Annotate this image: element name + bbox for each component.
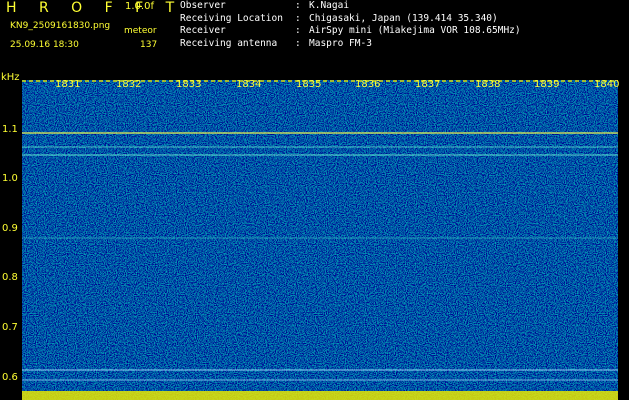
y-tick-label: 0.6 [2, 372, 18, 383]
spectrogram [22, 80, 618, 400]
info-row-antenna: Receiving antenna: Maspro FM-3 [180, 38, 521, 51]
info-row-observer: Observer: K.Nagai [180, 0, 521, 13]
info-key: Receiving Location [180, 12, 283, 24]
header-panel: H R O F F T 1.0.0f KN9_2509161830.png me… [0, 0, 629, 74]
info-key: Receiving antenna [180, 37, 278, 49]
app-title: H R O F F T [6, 0, 184, 16]
image-filename: KN9_2509161830.png [10, 21, 111, 31]
info-row-location: Receiving Location: Chigasaki, Japan (139… [180, 13, 521, 26]
observation-datetime: 25.09.16 18:30 [10, 40, 79, 50]
time-tick-label: 1835 [296, 79, 322, 90]
info-row-receiver: Receiver: AirSpy mini (Miakejima VOR 108.… [180, 25, 521, 38]
info-value: Maspro FM-3 [309, 37, 372, 49]
y-tick-label: 0.9 [2, 223, 18, 234]
info-sep: : [295, 25, 301, 36]
y-tick-label: 1.1 [2, 124, 18, 135]
time-tick-label: 1838 [475, 79, 501, 90]
y-tick-label: 1.0 [2, 173, 18, 184]
frequency-unit-label: kHz [1, 72, 20, 83]
app-version: 1.0.0f [125, 1, 154, 12]
time-tick-label: 1832 [116, 79, 142, 90]
info-value: K.Nagai [309, 0, 350, 11]
info-sep: : [295, 0, 301, 11]
time-tick-label: 1840 [594, 79, 620, 90]
spectrogram-canvas [22, 80, 618, 400]
spectrogram-noise [22, 80, 618, 400]
time-tick-label: 1834 [236, 79, 262, 90]
y-tick-label: 0.7 [2, 322, 18, 333]
y-tick-label: 0.8 [2, 272, 18, 283]
time-tick-label: 1836 [355, 79, 381, 90]
time-tick-label: 1833 [176, 79, 202, 90]
info-value: Chigasaki, Japan (139.414 35.340) [309, 12, 498, 24]
time-tick-label: 1839 [534, 79, 560, 90]
bottom-band [22, 391, 618, 400]
info-key: Receiver [180, 25, 226, 36]
info-sep: : [295, 12, 301, 24]
info-key: Observer [180, 0, 226, 11]
observation-info: Observer: K.Nagai Receiving Location: Chig… [180, 0, 521, 50]
meteor-label: meteor [124, 26, 157, 36]
info-value: AirSpy mini (Miakejima VOR 108.65MHz) [309, 25, 521, 36]
info-sep: : [295, 37, 301, 49]
time-tick-label: 1831 [55, 79, 81, 90]
meteor-count: 137 [140, 40, 158, 50]
time-tick-label: 1837 [415, 79, 441, 90]
